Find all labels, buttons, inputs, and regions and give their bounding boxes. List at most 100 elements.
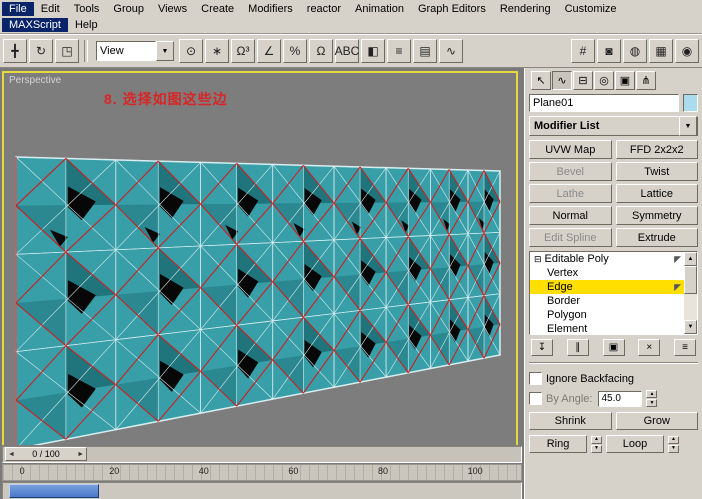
menu-modifiers[interactable]: Modifiers — [241, 2, 300, 16]
next-frame-icon[interactable]: ► — [77, 451, 84, 458]
menu-edit[interactable]: Edit — [34, 2, 67, 16]
stack-item-border[interactable]: Border — [530, 294, 684, 308]
perspective-viewport[interactable]: Perspective 8. 选择如图这些边 — [2, 71, 518, 445]
time-slider-thumb[interactable]: ◄ 0 / 100 ► — [5, 447, 87, 461]
menu-group[interactable]: Group — [106, 2, 151, 16]
align-button[interactable]: ≡ — [387, 39, 411, 63]
twist-button[interactable]: Twist — [615, 162, 698, 181]
menu-create[interactable]: Create — [194, 2, 241, 16]
track-bar[interactable]: 0 20 40 60 80 100 — [2, 464, 522, 481]
spinner-down-icon[interactable]: ▼ — [646, 399, 658, 407]
pin-stack-button[interactable]: ↧ — [531, 339, 553, 356]
menu-file[interactable]: File — [2, 1, 34, 16]
chevron-down-icon[interactable]: ▼ — [156, 41, 174, 61]
by-angle-checkbox[interactable] — [529, 392, 542, 405]
spinner-up-icon[interactable]: ▲ — [668, 435, 679, 444]
use-pivot-center-button[interactable]: ⊙ — [179, 39, 203, 63]
ignore-backfacing-checkbox[interactable] — [529, 372, 542, 385]
configure-modifier-sets-button[interactable]: ≡ — [674, 339, 696, 356]
stack-item-vertex[interactable]: Vertex — [530, 266, 684, 280]
quick-render-button[interactable]: ◉ — [675, 39, 699, 63]
time-slider[interactable]: ◄ 0 / 100 ► — [2, 446, 522, 463]
stack-item-editable-poly[interactable]: ⊟ Editable Poly ◤ — [530, 252, 684, 266]
edit-spline-button[interactable]: Edit Spline — [529, 228, 612, 247]
mirror-button[interactable]: ◧ — [361, 39, 385, 63]
angle-spinner[interactable]: ▲ ▼ — [646, 390, 658, 407]
align-icon: ≡ — [395, 44, 403, 58]
ring-spinner[interactable]: ▲ ▼ — [591, 435, 602, 453]
stack-scrollbar[interactable]: ▲ ▼ — [684, 252, 697, 334]
angle-snap-button[interactable]: ∠ — [257, 39, 281, 63]
ring-button[interactable]: Ring — [529, 435, 587, 453]
tab-hierarchy[interactable]: ⊟ — [573, 71, 593, 90]
render-type-button[interactable]: ▦ — [649, 39, 673, 63]
spinner-down-icon[interactable]: ▼ — [591, 444, 602, 453]
object-color-swatch[interactable] — [683, 94, 698, 112]
loop-button[interactable]: Loop — [606, 435, 664, 453]
show-end-result-button[interactable]: ∥ — [566, 339, 589, 356]
spinner-up-icon[interactable]: ▲ — [591, 435, 602, 444]
menu-help[interactable]: Help — [68, 18, 105, 32]
stack-scroll-track[interactable] — [684, 266, 697, 320]
previous-frame-icon[interactable]: ◄ — [8, 451, 15, 458]
angle-value-field[interactable] — [598, 390, 643, 407]
stack-item-edge[interactable]: Edge ◤ — [530, 280, 684, 294]
render-setup-button[interactable]: ◍ — [623, 39, 647, 63]
tab-motion[interactable]: ◎ — [594, 71, 614, 90]
lattice-button[interactable]: Lattice — [615, 184, 698, 203]
select-and-manipulate-button[interactable]: ∗ — [205, 39, 229, 63]
menu-maxscript[interactable]: MAXScript — [2, 18, 68, 32]
menu-tools[interactable]: Tools — [67, 2, 107, 16]
menu-views[interactable]: Views — [151, 2, 194, 16]
symmetry-button[interactable]: Symmetry — [615, 206, 698, 225]
chevron-down-icon[interactable]: ▼ — [679, 116, 697, 136]
stack-scroll-thumb[interactable] — [684, 266, 697, 294]
tab-utilities[interactable]: ⋔ — [636, 71, 656, 90]
expand-collapse-icon[interactable]: ⊟ — [534, 254, 542, 265]
select-and-rotate-button[interactable]: ↻ — [29, 39, 53, 63]
spinner-snap-icon: Ω — [316, 44, 326, 58]
tab-create[interactable]: ↖ — [531, 71, 551, 90]
grow-button[interactable]: Grow — [615, 412, 698, 430]
scrollbar-thumb[interactable] — [9, 484, 99, 498]
tab-display[interactable]: ▣ — [615, 71, 635, 90]
menu-animation[interactable]: Animation — [348, 2, 411, 16]
select-and-scale-button[interactable]: ◳ — [55, 39, 79, 63]
scroll-down-icon[interactable]: ▼ — [684, 320, 697, 334]
shrink-button[interactable]: Shrink — [529, 412, 612, 430]
material-editor-button[interactable]: ◙ — [597, 39, 621, 63]
remove-modifier-button[interactable]: × — [638, 339, 661, 356]
menu-rendering[interactable]: Rendering — [493, 2, 558, 16]
modifier-list-dropdown[interactable]: Modifier List ▼ — [529, 116, 698, 136]
menu-graph-editors[interactable]: Graph Editors — [411, 2, 493, 16]
stack-item-element[interactable]: Element — [530, 322, 684, 334]
curve-editor-button[interactable]: ∿ — [439, 39, 463, 63]
object-name-field[interactable] — [529, 94, 679, 112]
spinner-up-icon[interactable]: ▲ — [646, 390, 658, 398]
scroll-up-icon[interactable]: ▲ — [684, 252, 697, 266]
named-selection-sets-button[interactable]: ABC — [335, 39, 359, 63]
select-and-move-button[interactable]: ╋ — [3, 39, 27, 63]
tab-modify[interactable]: ∿ — [552, 71, 572, 90]
spinner-down-icon[interactable]: ▼ — [668, 444, 679, 453]
uvw-map-button[interactable]: UVW Map — [529, 140, 612, 159]
schematic-view-button[interactable]: # — [571, 39, 595, 63]
menu-reactor[interactable]: reactor — [300, 2, 348, 16]
plane-mesh-canvas[interactable] — [4, 73, 518, 445]
stack-item-polygon[interactable]: Polygon — [530, 308, 684, 322]
menu-customize[interactable]: Customize — [558, 2, 624, 16]
layer-manager-button[interactable]: ▤ — [413, 39, 437, 63]
viewport-label[interactable]: Perspective — [9, 75, 61, 86]
lathe-button[interactable]: Lathe — [529, 184, 612, 203]
reference-coordinate-dropdown[interactable]: View ▼ — [96, 41, 174, 61]
bevel-button[interactable]: Bevel — [529, 162, 612, 181]
snap-toggle-3d-button[interactable]: Ω³ — [231, 39, 255, 63]
spinner-snap-button[interactable]: Ω — [309, 39, 333, 63]
make-unique-button[interactable]: ▣ — [602, 339, 625, 356]
percent-snap-button[interactable]: % — [283, 39, 307, 63]
extrude-button[interactable]: Extrude — [615, 228, 698, 247]
horizontal-scrollbar[interactable] — [2, 482, 522, 499]
ffd-2x2x2-button[interactable]: FFD 2x2x2 — [615, 140, 698, 159]
loop-spinner[interactable]: ▲ ▼ — [668, 435, 679, 453]
normal-button[interactable]: Normal — [529, 206, 612, 225]
